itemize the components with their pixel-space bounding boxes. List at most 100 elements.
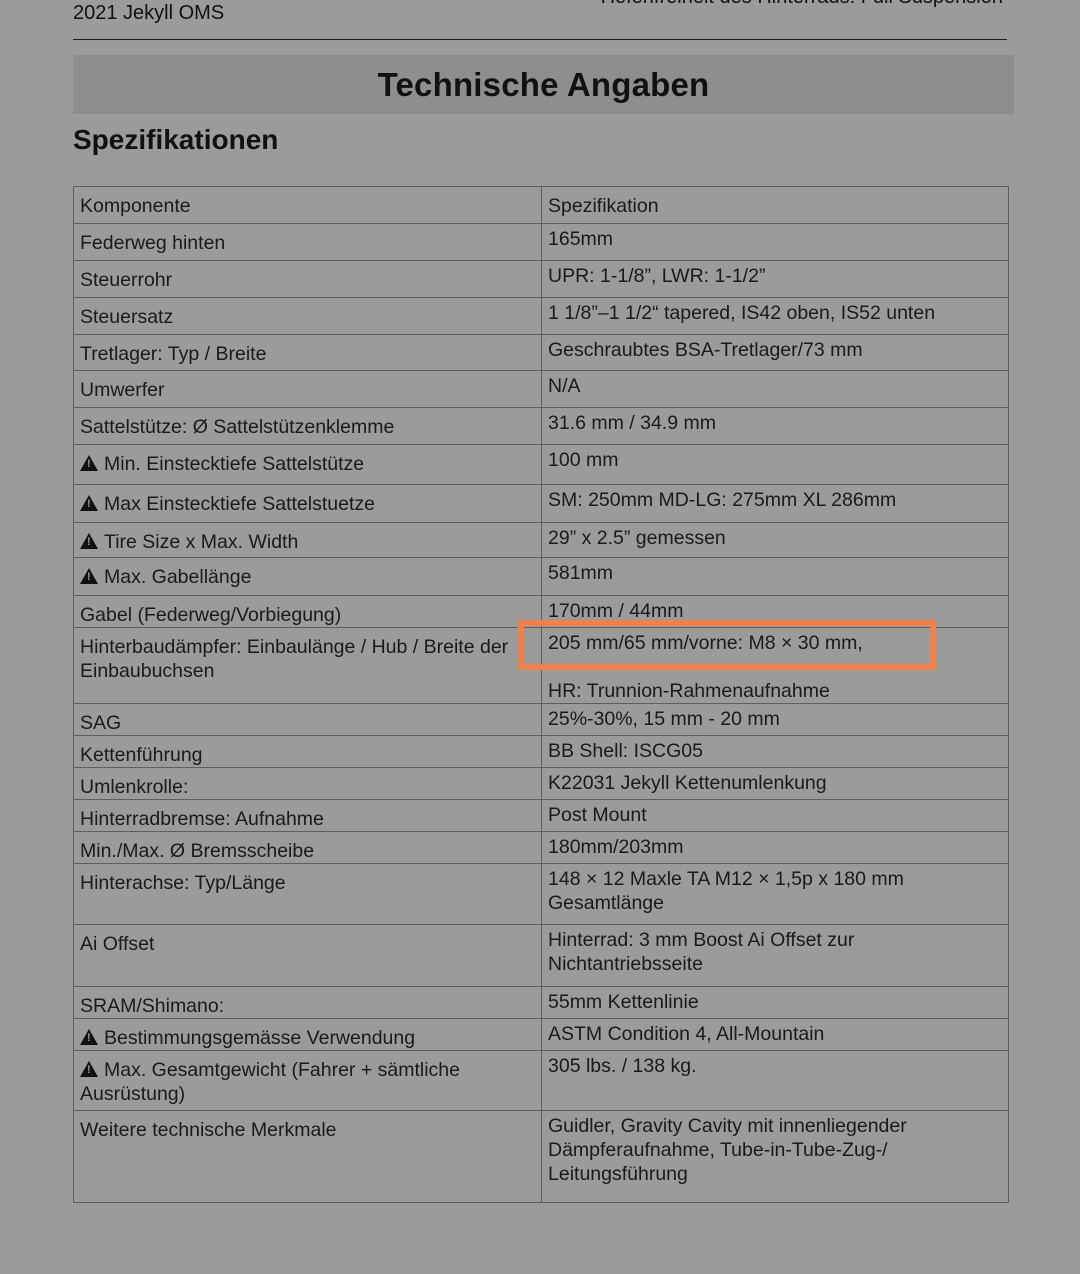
component-label-text: Max Einstecktiefe Sattelstuetze xyxy=(104,493,375,515)
spec-value: N/A xyxy=(548,371,1002,398)
component-cell: Bestimmungsgemässe Verwendung xyxy=(73,1018,542,1051)
component-label-text: Hinterradbremse: Aufnahme xyxy=(80,808,324,830)
spec-value-line: Geschraubtes BSA-Tretlager/73 mm xyxy=(548,339,863,361)
table-row: Min./Max. Ø Bremsscheibe 180mm/203mm xyxy=(73,831,1009,864)
spec-value: 581mm xyxy=(548,558,1002,585)
component-cell: Steuersatz xyxy=(73,297,542,335)
spec-cell: 581mm xyxy=(541,557,1009,596)
spec-cell: 31.6 mm / 34.9 mm xyxy=(541,407,1009,445)
component-label-text: Umlenkrolle: xyxy=(80,776,189,798)
header-divider xyxy=(73,39,1007,40)
spec-value-line: 165mm xyxy=(548,228,614,250)
spec-value-line: HR: Trunnion-Rahmenaufnahme xyxy=(548,680,830,702)
warning-icon xyxy=(80,533,98,549)
spec-value-line: 100 mm xyxy=(548,449,619,471)
component-label: Bestimmungsgemässe Verwendung xyxy=(80,1019,535,1050)
component-cell: Steuerrohr xyxy=(73,260,542,298)
spec-value-line: 25%-30%, 15 mm - 20 mm xyxy=(548,708,780,730)
warning-icon xyxy=(80,1061,98,1077)
component-label-text: Steuerrohr xyxy=(80,269,173,291)
table-row: Steuersatz 1 1/8”–1 1/2“ tapered, IS42 ob… xyxy=(73,297,1009,335)
header-label-component: Komponente xyxy=(80,195,191,217)
component-label: Sattelstütze: Ø Sattelstützenklemme xyxy=(80,408,535,439)
spec-value: 100 mm xyxy=(548,445,1002,472)
component-label: Steuerrohr xyxy=(80,261,535,292)
spec-value-line xyxy=(548,655,1002,679)
warning-icon xyxy=(80,455,98,471)
header-cell-spec: Spezifikation xyxy=(541,186,1009,224)
spec-value: 165mm xyxy=(548,224,1002,251)
spec-value: 29” x 2.5” gemessen xyxy=(548,523,1002,550)
component-cell: Max Einstecktiefe Sattelstuetze xyxy=(73,484,542,523)
spec-cell: UPR: 1-1/8”, LWR: 1-1/2” xyxy=(541,260,1009,298)
table-row: Sattelstütze: Ø Sattelstützenklemme 31.6 … xyxy=(73,407,1009,445)
spec-value: 31.6 mm / 34.9 mm xyxy=(548,408,1002,435)
table-row: Max. Gabellänge 581mm xyxy=(73,557,1009,596)
header-label-spec: Spezifikation xyxy=(548,195,659,217)
component-cell: Max. Gesamtgewicht (Fahrer + sämtliche A… xyxy=(73,1050,542,1111)
component-label-text: Hinterachse: Typ/Länge xyxy=(80,872,286,894)
spec-value: Hinterrad: 3 mm Boost Ai Offset zur Nicht… xyxy=(548,925,1002,976)
document-page: 2021 Jekyll OMS Hefenfreiheit des Hinter… xyxy=(0,0,1080,1274)
warning-icon xyxy=(80,1029,98,1045)
spec-value-line: 29” x 2.5” gemessen xyxy=(548,527,726,549)
component-cell: Min./Max. Ø Bremsscheibe xyxy=(73,831,542,864)
spec-value-line: BB Shell: ISCG05 xyxy=(548,740,703,762)
component-label: Tire Size x Max. Width xyxy=(80,523,535,554)
component-cell: Sattelstütze: Ø Sattelstützenklemme xyxy=(73,407,542,445)
spec-value: SM: 250mm MD-LG: 275mm XL 286mm xyxy=(548,485,1002,512)
spec-value-line: 148 × 12 Maxle TA M12 × 1,5p x 180 mm xyxy=(548,868,904,890)
spec-cell: BB Shell: ISCG05 xyxy=(541,735,1009,768)
spec-value-line: Hinterrad: 3 mm Boost Ai Offset zur xyxy=(548,929,855,951)
component-label-text: Umwerfer xyxy=(80,379,165,401)
section-subtitle: Spezifikationen xyxy=(73,124,279,155)
component-label-text: Max. Gesamtgewicht (Fahrer + sämtliche A… xyxy=(80,1059,460,1105)
spec-value-line: K22031 Jekyll Kettenumlenkung xyxy=(548,772,827,794)
table-row: SAG 25%-30%, 15 mm - 20 mm xyxy=(73,703,1009,736)
spec-value: 180mm/203mm xyxy=(548,832,1002,859)
spec-cell: 1 1/8”–1 1/2“ tapered, IS42 oben, IS52 u… xyxy=(541,297,1009,335)
spec-value-line: Nichtantriebsseite xyxy=(548,953,703,975)
component-label: Federweg hinten xyxy=(80,224,535,255)
component-label: Ai Offset xyxy=(80,925,535,956)
spec-value: ASTM Condition 4, All-Mountain xyxy=(548,1019,1002,1046)
spec-cell: ASTM Condition 4, All-Mountain xyxy=(541,1018,1009,1051)
spec-table: Komponente Spezifikation Federweg hinten… xyxy=(73,186,1009,1203)
spec-value-line: N/A xyxy=(548,375,581,397)
header-cell-component: Komponente xyxy=(73,186,542,224)
component-label-text: Weitere technische Merkmale xyxy=(80,1119,337,1141)
table-row: Weitere technische Merkmale Guidler, Grav… xyxy=(73,1110,1009,1203)
component-cell: SRAM/Shimano: xyxy=(73,986,542,1019)
component-cell: Gabel (Federweg/Vorbiegung) xyxy=(73,595,542,628)
spec-value-line: 55mm Kettenlinie xyxy=(548,991,699,1013)
spec-value-line: ASTM Condition 4, All-Mountain xyxy=(548,1023,825,1045)
component-cell: Umlenkrolle: xyxy=(73,767,542,800)
component-label: Gabel (Federweg/Vorbiegung) xyxy=(80,596,535,627)
spec-cell: 25%-30%, 15 mm - 20 mm xyxy=(541,703,1009,736)
component-label: Hinterachse: Typ/Länge xyxy=(80,864,535,895)
table-row: Umlenkrolle: K22031 Jekyll Kettenumlenkun… xyxy=(73,767,1009,800)
component-cell: Hinterbaudämpfer: Einbaulänge / Hub / Br… xyxy=(73,627,542,704)
spec-cell: Hinterrad: 3 mm Boost Ai Offset zur Nicht… xyxy=(541,924,1009,987)
spec-cell: N/A xyxy=(541,370,1009,408)
table-row: Bestimmungsgemässe Verwendung ASTM Condit… xyxy=(73,1018,1009,1051)
spec-cell: SM: 250mm MD-LG: 275mm XL 286mm xyxy=(541,484,1009,523)
component-cell: Min. Einstecktiefe Sattelstütze xyxy=(73,444,542,485)
spec-cell: Guidler, Gravity Cavity mit innenliegend… xyxy=(541,1110,1009,1203)
warning-icon xyxy=(80,495,98,511)
spec-cell: 29” x 2.5” gemessen xyxy=(541,522,1009,558)
spec-value: 55mm Kettenlinie xyxy=(548,987,1002,1014)
spec-value-line: Post Mount xyxy=(548,804,647,826)
spec-value: 148 × 12 Maxle TA M12 × 1,5p x 180 mm Ges… xyxy=(548,864,1002,915)
header-model-name: 2021 Jekyll OMS xyxy=(73,2,225,24)
spec-cell: Geschraubtes BSA-Tretlager/73 mm xyxy=(541,334,1009,371)
table-row: Min. Einstecktiefe Sattelstütze 100 mm xyxy=(73,444,1009,485)
component-label-text: Federweg hinten xyxy=(80,232,226,254)
component-label: Max. Gesamtgewicht (Fahrer + sämtliche A… xyxy=(80,1051,535,1106)
component-label: SRAM/Shimano: xyxy=(80,987,535,1018)
component-label: Min./Max. Ø Bremsscheibe xyxy=(80,832,535,863)
table-row: Max. Gesamtgewicht (Fahrer + sämtliche A… xyxy=(73,1050,1009,1111)
spec-cell: Post Mount xyxy=(541,799,1009,832)
component-label-text: Steuersatz xyxy=(80,306,174,328)
page-title: Technische Angaben xyxy=(377,65,710,103)
